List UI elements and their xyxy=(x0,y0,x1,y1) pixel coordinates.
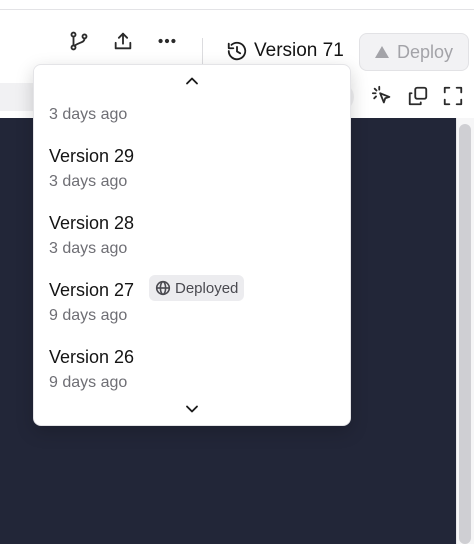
version-list: Version 30 3 days ago Version 29 3 days … xyxy=(34,89,350,395)
deploy-label: Deploy xyxy=(396,41,454,62)
toolbar: Version 71 Deploy xyxy=(0,10,474,72)
duplicate-icon[interactable] xyxy=(405,83,431,109)
version-name: Version 29 xyxy=(49,146,135,166)
deploy-triangle-icon xyxy=(374,46,389,58)
toolbar-divider xyxy=(202,38,203,66)
version-item-28[interactable]: Version 28 3 days ago xyxy=(34,213,350,279)
version-name: Version 28 xyxy=(49,213,135,233)
version-history-dropdown: Version 30 3 days ago Version 29 3 days … xyxy=(33,64,351,426)
scrollbar-thumb[interactable] xyxy=(459,124,471,544)
git-branch-icon[interactable] xyxy=(67,29,91,53)
version-item-26[interactable]: Version 26 9 days ago xyxy=(34,347,350,395)
version-item-29[interactable]: Version 29 3 days ago xyxy=(34,146,350,212)
window-top-strip xyxy=(0,0,474,10)
deploy-button[interactable]: Deploy xyxy=(359,33,469,71)
chevron-down-icon[interactable] xyxy=(34,395,350,423)
globe-icon xyxy=(155,280,171,296)
chevron-up-icon[interactable] xyxy=(34,67,350,95)
share-upload-icon[interactable] xyxy=(111,29,135,53)
version-name: Version 26 xyxy=(49,347,135,367)
deployed-badge-label: Deployed xyxy=(175,279,239,297)
select-cursor-icon[interactable] xyxy=(369,83,395,109)
more-icon[interactable] xyxy=(155,29,179,53)
version-time: 3 days ago xyxy=(49,173,128,190)
version-time: 3 days ago xyxy=(49,240,128,257)
version-item-30[interactable]: Version 30 3 days ago xyxy=(34,89,350,145)
version-label: Version 71 xyxy=(254,40,344,61)
history-icon xyxy=(227,41,247,61)
version-time: 3 days ago xyxy=(49,106,128,123)
version-time: 9 days ago xyxy=(49,374,128,391)
version-time: 9 days ago xyxy=(49,307,128,324)
deployed-badge: Deployed xyxy=(149,275,245,301)
fullscreen-icon[interactable] xyxy=(440,83,466,109)
version-item-27[interactable]: Version 27 Deployed 9 days ago xyxy=(34,275,350,346)
version-name: Version 27 xyxy=(49,280,135,300)
